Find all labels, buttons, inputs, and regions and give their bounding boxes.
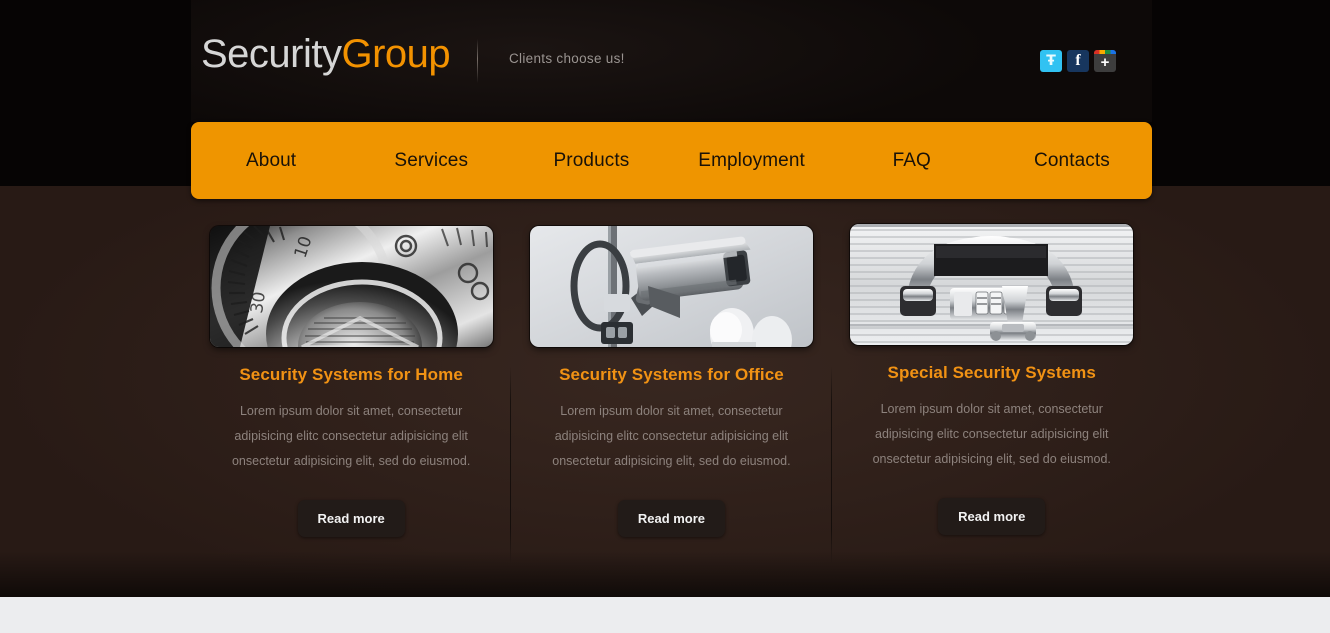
main-navigation: About Services Products Employment FAQ C… <box>191 122 1152 199</box>
twitter-icon[interactable]: Ŧ <box>1040 50 1062 72</box>
read-more-button[interactable]: Read more <box>938 498 1046 535</box>
facebook-icon[interactable]: f <box>1067 50 1089 72</box>
nav-item-services[interactable]: Services <box>351 150 511 172</box>
feature-card: Security Systems for Office Lorem ipsum … <box>511 214 832 574</box>
card-title[interactable]: Security Systems for Home <box>191 365 511 385</box>
social-links: Ŧ f + <box>1040 50 1116 72</box>
header-divider <box>477 39 478 83</box>
read-more-button[interactable]: Read more <box>297 500 405 537</box>
logo-primary-text: Security <box>201 32 342 76</box>
logo-accent-text: Group <box>341 32 451 76</box>
card-description: Lorem ipsum dolor sit amet, consectetur … <box>872 402 1111 466</box>
card-description: Lorem ipsum dolor sit amet, consectetur … <box>552 404 791 468</box>
site-logo[interactable]: SecurityGroup <box>201 32 451 77</box>
feature-card: 10 30 Security Systems for Home Lorem ip… <box>191 214 512 574</box>
briefcase-lock-image[interactable] <box>850 224 1134 345</box>
site-header: SecurityGroup Clients choose us! Ŧ f + <box>191 0 1152 122</box>
google-plus-glyph: + <box>1100 54 1110 71</box>
google-color-bar <box>1094 50 1116 54</box>
site-tagline: Clients choose us! <box>509 51 625 66</box>
nav-item-products[interactable]: Products <box>511 150 671 172</box>
card-description: Lorem ipsum dolor sit amet, consectetur … <box>231 404 471 468</box>
nav-item-employment[interactable]: Employment <box>672 150 832 172</box>
read-more-button[interactable]: Read more <box>617 500 726 537</box>
card-action-area: Read more <box>511 500 831 537</box>
card-action-area: Read more <box>191 500 511 537</box>
card-title[interactable]: Special Security Systems <box>832 363 1152 383</box>
feature-cards: 10 30 Security Systems for Home Lorem ip… <box>191 214 1152 574</box>
svg-text:30: 30 <box>247 290 270 314</box>
facebook-glyph: f <box>1075 52 1081 69</box>
bottom-light-strip <box>0 597 1330 633</box>
twitter-glyph: Ŧ <box>1046 53 1056 69</box>
cctv-camera-image[interactable] <box>529 226 813 347</box>
google-plus-icon[interactable]: + <box>1094 50 1116 72</box>
card-action-area: Read more <box>832 498 1152 535</box>
nav-item-about[interactable]: About <box>191 150 351 172</box>
safe-dial-image[interactable]: 10 30 <box>209 226 493 347</box>
nav-item-faq[interactable]: FAQ <box>832 150 992 172</box>
card-title[interactable]: Security Systems for Office <box>511 365 831 385</box>
feature-card: Special Security Systems Lorem ipsum dol… <box>832 214 1152 574</box>
nav-item-contacts[interactable]: Contacts <box>992 150 1152 172</box>
